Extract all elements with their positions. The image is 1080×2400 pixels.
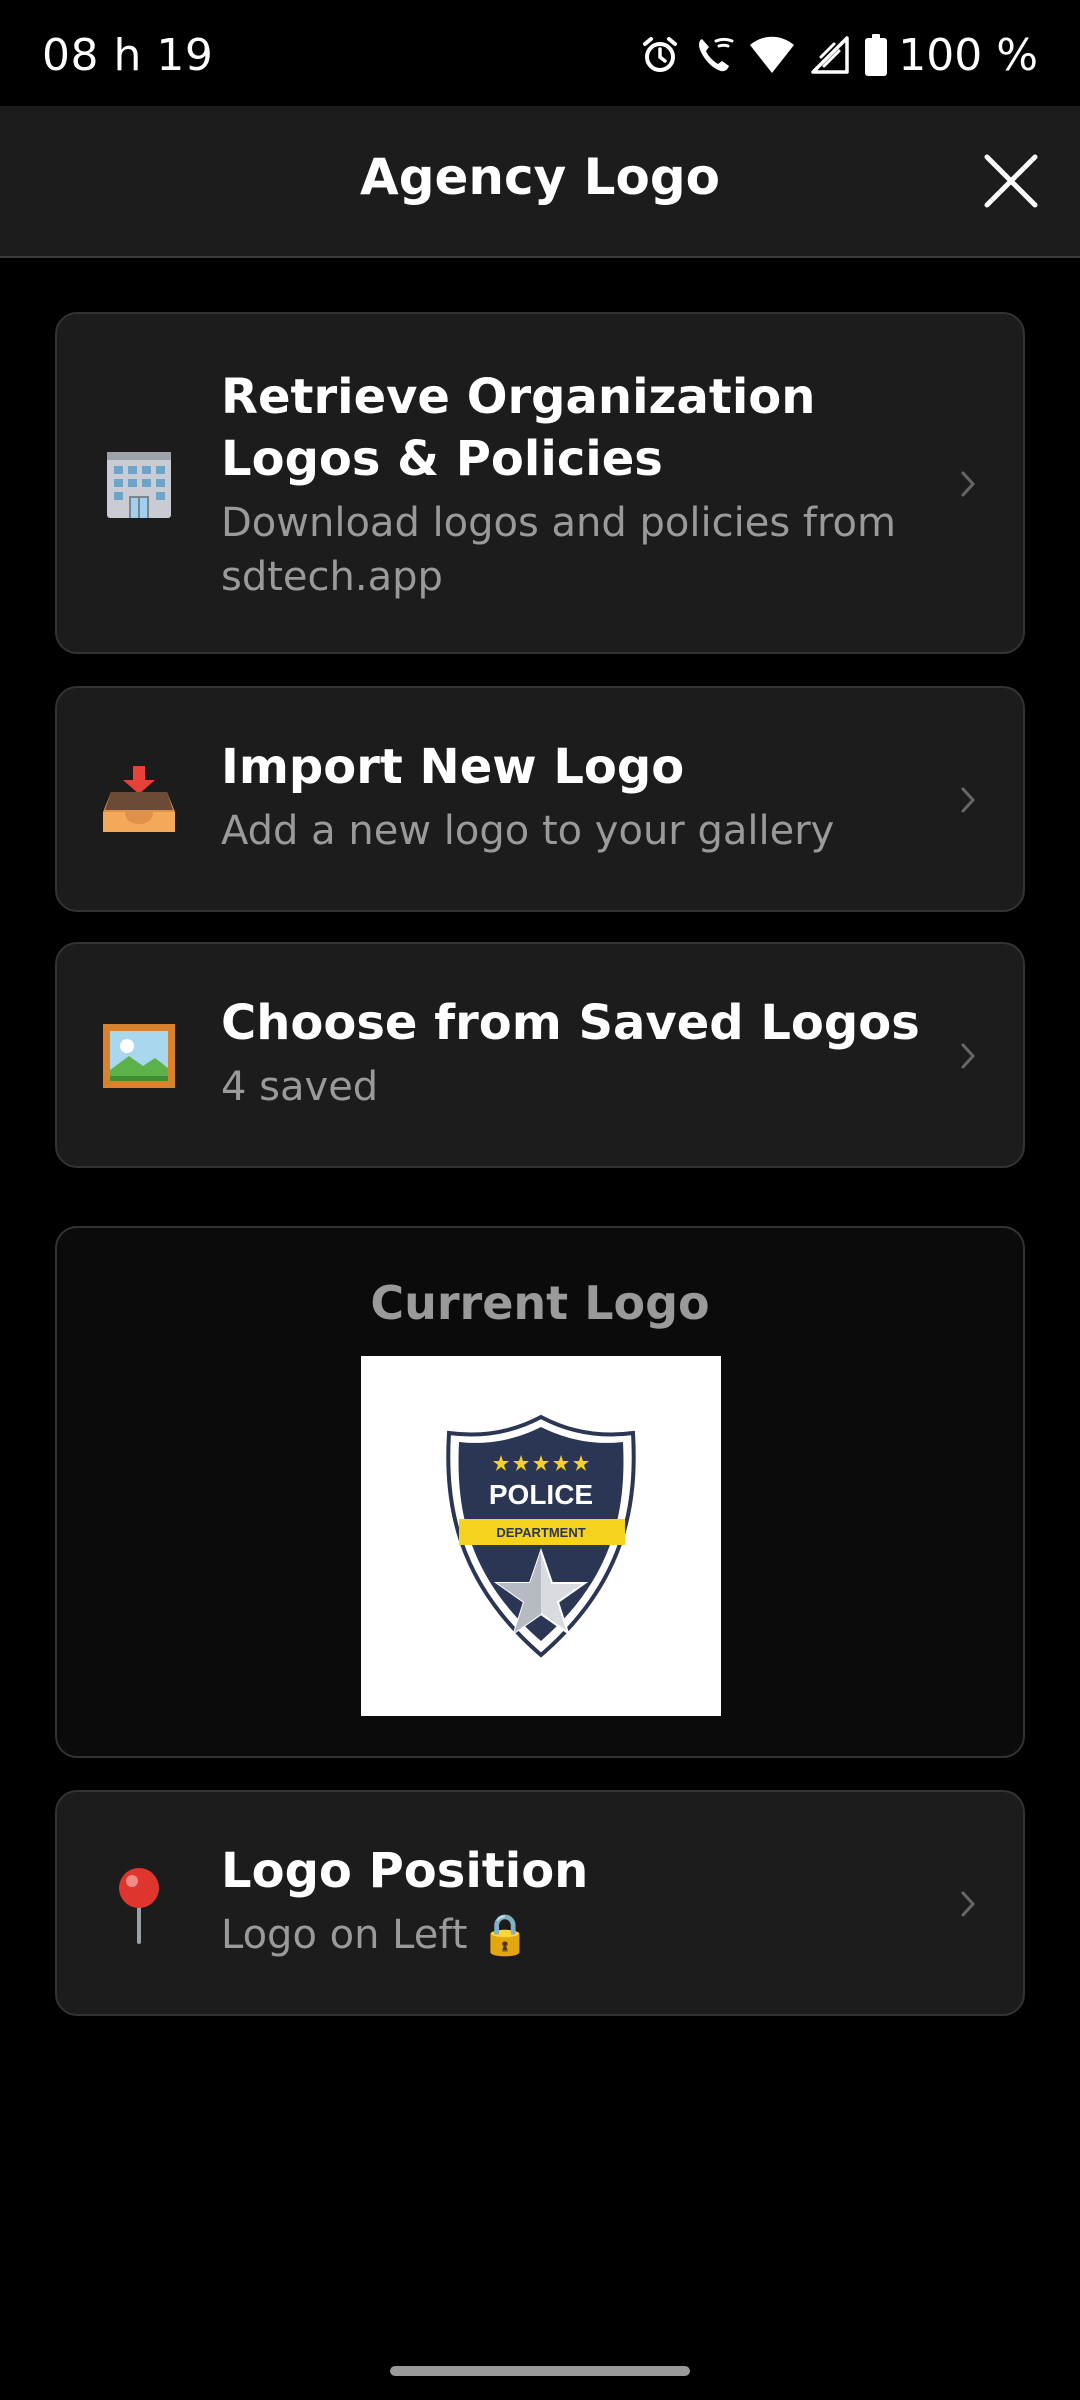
chevron-right-icon — [953, 1884, 983, 1924]
battery-percent: 100 % — [898, 29, 1038, 81]
saved-logos-title: Choose from Saved Logos — [221, 995, 920, 1051]
badge-title: POLICE — [489, 1479, 593, 1510]
logo-position-title: Logo Position — [221, 1843, 589, 1899]
logo-position-card[interactable]: Logo Position Logo on Left 🔒 — [55, 1790, 1025, 2016]
office-building-icon — [99, 444, 179, 524]
logo-position-value: Logo on Left 🔒 — [221, 1912, 530, 1958]
import-logo-subtitle: Add a new logo to your gallery — [221, 808, 835, 854]
wifi-icon — [748, 35, 796, 75]
status-icons: 100 % — [640, 28, 1038, 82]
alarm-icon — [640, 35, 680, 75]
saved-logos-card[interactable]: Choose from Saved Logos 4 saved — [55, 942, 1025, 1168]
cell-signal-icon — [810, 35, 850, 75]
current-logo-label: Current Logo — [370, 1276, 710, 1330]
app-header: Agency Logo — [0, 106, 1080, 258]
import-logo-title: Import New Logo — [221, 739, 685, 795]
home-indicator[interactable] — [390, 2366, 690, 2376]
current-logo-image: POLICE DEPARTMENT — [361, 1356, 721, 1716]
battery-icon — [864, 34, 888, 76]
badge-band-text: DEPARTMENT — [496, 1525, 585, 1540]
current-logo-panel: Current Logo POLICE DEPARTMENT — [55, 1226, 1025, 1758]
page-title: Agency Logo — [360, 148, 720, 206]
framed-picture-icon — [99, 1016, 179, 1096]
police-badge-logo: POLICE DEPARTMENT — [446, 1414, 636, 1658]
status-bar: 08 h 19 100 % — [0, 0, 1080, 106]
saved-logos-count: 4 saved — [221, 1064, 379, 1110]
close-button[interactable] — [976, 146, 1046, 216]
chevron-right-icon — [953, 464, 983, 504]
chevron-right-icon — [953, 780, 983, 820]
close-icon — [984, 154, 1038, 208]
retrieve-logos-card[interactable]: Retrieve Organization Logos & Policies D… — [55, 312, 1025, 654]
wifi-call-icon — [694, 35, 734, 75]
status-time: 08 h 19 — [42, 30, 214, 81]
chevron-right-icon — [953, 1036, 983, 1076]
retrieve-logos-subtitle: Download logos and policies from sdtech.… — [221, 500, 896, 600]
inbox-tray-icon — [99, 760, 179, 840]
retrieve-logos-title: Retrieve Organization Logos & Policies — [221, 369, 816, 487]
import-logo-card[interactable]: Import New Logo Add a new logo to your g… — [55, 686, 1025, 912]
round-pushpin-icon — [99, 1864, 179, 1944]
